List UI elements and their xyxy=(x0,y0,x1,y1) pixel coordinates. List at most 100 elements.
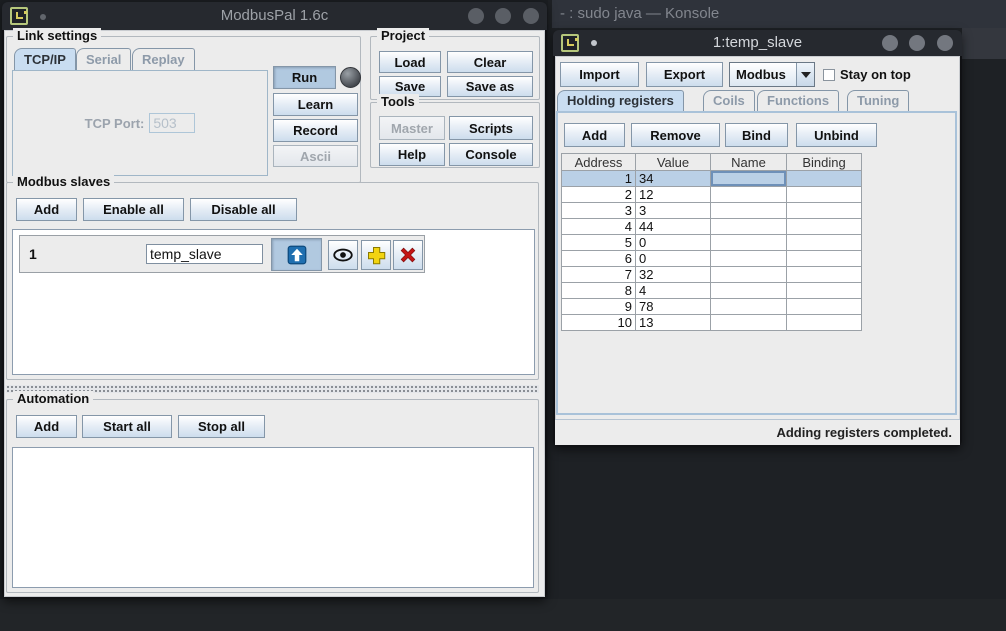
ascii-button[interactable]: Ascii xyxy=(273,145,358,167)
modbuspal-window-title: ModbusPal 1.6c xyxy=(2,7,547,24)
delete-x-icon xyxy=(398,245,418,265)
clear-button[interactable]: Clear xyxy=(447,51,533,73)
automation-title: Automation xyxy=(13,391,93,406)
stay-on-top-checkbox[interactable] xyxy=(823,69,835,81)
link-settings-group: Link settings TCP/IP Serial Replay TCP P… xyxy=(6,36,361,183)
stop-all-button[interactable]: Stop all xyxy=(178,415,265,438)
table-header-row: Address Value Name Binding xyxy=(562,154,862,171)
slaves-list: 1 xyxy=(12,229,535,375)
maximize-button[interactable] xyxy=(909,35,925,51)
temp-slave-window: 1:temp_slave Import Export Modbus Stay o… xyxy=(553,30,962,447)
tools-title: Tools xyxy=(377,94,419,109)
disable-all-button[interactable]: Disable all xyxy=(190,198,297,221)
enable-all-button[interactable]: Enable all xyxy=(83,198,184,221)
table-row[interactable]: 1013 xyxy=(562,315,862,331)
close-button[interactable] xyxy=(523,8,539,24)
start-all-button[interactable]: Start all xyxy=(82,415,172,438)
stay-on-top-label: Stay on top xyxy=(840,67,911,82)
unbind-button[interactable]: Unbind xyxy=(796,123,877,147)
temp-slave-titlebar[interactable]: 1:temp_slave xyxy=(553,30,962,56)
tools-group: Tools Master Scripts Help Console xyxy=(370,102,540,168)
tcp-port-label: TCP Port: xyxy=(85,116,145,131)
slave-row: 1 xyxy=(19,235,425,273)
column-header-address[interactable]: Address xyxy=(562,154,636,171)
link-settings-title: Link settings xyxy=(13,28,101,43)
column-header-value[interactable]: Value xyxy=(636,154,711,171)
slave-delete-button[interactable] xyxy=(393,240,423,270)
tcp-port-input[interactable] xyxy=(149,113,195,133)
tab-tuning[interactable]: Tuning xyxy=(847,90,909,111)
slave-enabled-toggle[interactable] xyxy=(271,238,322,271)
modbus-combo[interactable]: Modbus xyxy=(729,62,815,87)
add-automation-button[interactable]: Add xyxy=(16,415,77,438)
chevron-down-icon[interactable] xyxy=(796,63,814,86)
export-button[interactable]: Export xyxy=(646,62,723,87)
add-slave-button[interactable]: Add xyxy=(16,198,77,221)
slave-name-input[interactable] xyxy=(146,244,263,264)
konsole-title: - : sudo java — Konsole xyxy=(560,5,719,22)
temp-slave-content: Import Export Modbus Stay on top Holding… xyxy=(555,56,960,445)
automation-group: Automation Add Start all Stop all xyxy=(6,399,539,593)
scripts-button[interactable]: Scripts xyxy=(449,116,533,140)
tab-holding-registers[interactable]: Holding registers xyxy=(557,90,684,111)
tab-replay[interactable]: Replay xyxy=(132,48,195,70)
save-as-button[interactable]: Save as xyxy=(447,76,533,97)
modbus-slaves-group: Modbus slaves Add Enable all Disable all… xyxy=(6,182,539,380)
tab-serial[interactable]: Serial xyxy=(76,48,131,70)
modbus-slaves-title: Modbus slaves xyxy=(13,174,114,189)
modbuspal-window: ModbusPal 1.6c Link settings TCP/IP Seri… xyxy=(2,2,547,599)
table-row[interactable]: 444 xyxy=(562,219,862,235)
holding-registers-pane: Add Remove Bind Unbind Address Value Nam… xyxy=(556,111,957,415)
eye-icon xyxy=(333,245,353,265)
help-button[interactable]: Help xyxy=(379,143,445,166)
desktop-bottom-background xyxy=(0,599,1006,631)
learn-button[interactable]: Learn xyxy=(273,93,358,116)
master-button[interactable]: Master xyxy=(379,116,445,140)
project-group: Project Load Clear Save Save as xyxy=(370,36,540,100)
status-message: Adding registers completed. xyxy=(776,425,952,440)
tab-coils[interactable]: Coils xyxy=(703,90,755,111)
import-button[interactable]: Import xyxy=(560,62,639,87)
console-button[interactable]: Console xyxy=(449,143,533,166)
column-header-binding[interactable]: Binding xyxy=(787,154,862,171)
table-row[interactable]: 33 xyxy=(562,203,862,219)
table-row[interactable]: 212 xyxy=(562,187,862,203)
modbuspal-content: Link settings TCP/IP Serial Replay TCP P… xyxy=(4,30,545,597)
minimize-button[interactable] xyxy=(882,35,898,51)
focused-name-cell[interactable] xyxy=(711,171,787,187)
table-row[interactable]: 134 xyxy=(562,171,862,187)
tcpip-panel: TCP Port: xyxy=(12,70,268,176)
tab-functions[interactable]: Functions xyxy=(757,90,839,111)
enabled-up-arrow-icon xyxy=(287,245,307,265)
bind-button[interactable]: Bind xyxy=(725,123,788,147)
table-row[interactable]: 84 xyxy=(562,283,862,299)
slave-add-automation-button[interactable] xyxy=(361,240,391,270)
modbus-combo-value: Modbus xyxy=(730,63,796,86)
tab-tcpip[interactable]: TCP/IP xyxy=(14,48,76,70)
add-register-button[interactable]: Add xyxy=(564,123,625,147)
run-button[interactable]: Run xyxy=(273,66,336,89)
remove-register-button[interactable]: Remove xyxy=(631,123,720,147)
slave-view-button[interactable] xyxy=(328,240,358,270)
run-led-icon xyxy=(340,67,361,88)
registers-table: Address Value Name Binding 134 212 33 44… xyxy=(561,153,862,331)
maximize-button[interactable] xyxy=(495,8,511,24)
konsole-titlebar[interactable]: - : sudo java — Konsole xyxy=(552,0,1006,28)
plus-icon xyxy=(366,245,386,265)
table-row[interactable]: 978 xyxy=(562,299,862,315)
load-button[interactable]: Load xyxy=(379,51,441,73)
close-button[interactable] xyxy=(937,35,953,51)
minimize-button[interactable] xyxy=(468,8,484,24)
modbuspal-titlebar[interactable]: ModbusPal 1.6c xyxy=(2,2,547,30)
status-bar: Adding registers completed. xyxy=(555,419,960,445)
table-row[interactable]: 50 xyxy=(562,235,862,251)
record-button[interactable]: Record xyxy=(273,119,358,142)
project-title: Project xyxy=(377,28,429,43)
table-row[interactable]: 60 xyxy=(562,251,862,267)
table-row[interactable]: 732 xyxy=(562,267,862,283)
konsole-window-edge xyxy=(962,28,1006,59)
column-header-name[interactable]: Name xyxy=(711,154,787,171)
slave-id-label: 1 xyxy=(29,246,37,262)
automation-list xyxy=(12,447,534,588)
temp-slave-window-title: 1:temp_slave xyxy=(553,34,962,51)
